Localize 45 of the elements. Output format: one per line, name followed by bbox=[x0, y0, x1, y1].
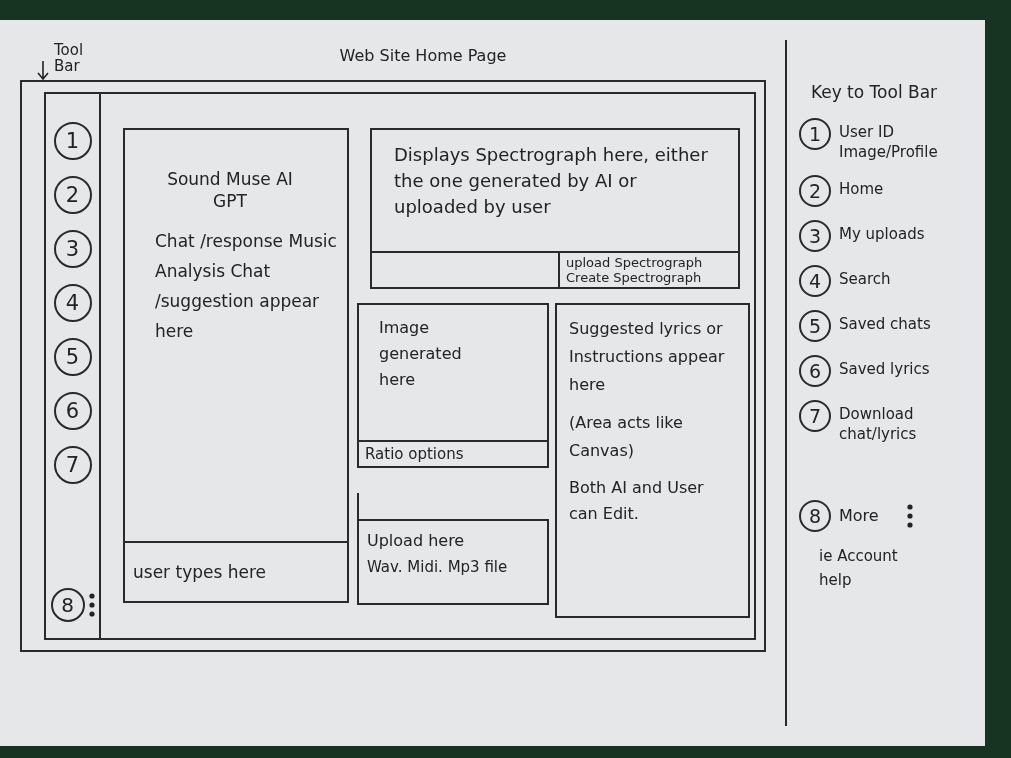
more-icon bbox=[906, 504, 913, 528]
canvas-note: (Area acts like Canvas) bbox=[569, 412, 684, 462]
key-label: My uploads bbox=[839, 224, 926, 244]
ratio-options-button[interactable]: Ratio options bbox=[359, 440, 547, 466]
key-title: Key to Tool Bar bbox=[809, 81, 939, 104]
key-label: Home bbox=[839, 179, 885, 199]
circled-number: 3 bbox=[799, 220, 831, 252]
key-note: ie Account help bbox=[819, 546, 899, 591]
circled-number: 5 bbox=[799, 310, 831, 342]
circled-number: 7 bbox=[799, 400, 831, 432]
key-label: Search bbox=[839, 269, 892, 289]
circled-number: 4 bbox=[799, 265, 831, 297]
more-icon bbox=[88, 593, 95, 617]
edit-note: Both AI and User can Edit. bbox=[569, 477, 705, 525]
lyrics-text: Suggested lyrics or Instructions appear here bbox=[569, 318, 726, 396]
circled-number: 8 bbox=[799, 500, 831, 532]
file-formats-text: Wav. Midi. Mp3 file bbox=[367, 557, 509, 577]
spectrograph-button[interactable]: Create Spectrograph bbox=[566, 270, 702, 285]
key-label: Saved lyrics bbox=[839, 359, 931, 379]
key-label: User ID Image/Profile bbox=[839, 122, 939, 162]
toolbar-button[interactable]: 7 bbox=[53, 446, 92, 484]
annotation-text: Tool Bar bbox=[54, 42, 85, 74]
key-label: Saved chats bbox=[839, 314, 932, 334]
circled-number: 2 bbox=[799, 175, 831, 207]
toolbar-button[interactable]: 1 bbox=[53, 122, 92, 160]
toolbar-button[interactable]: 3 bbox=[53, 230, 92, 268]
spectrograph-text: Displays Spectrograph here, either the one generated by AI or uploaded by user bbox=[394, 143, 709, 219]
toolbar-button[interactable]: 5 bbox=[53, 338, 92, 376]
lyrics-canvas[interactable]: Suggested lyrics or Instructions appear here (Area acts like Canvas) Both AI and User can Edit. bbox=[555, 303, 750, 618]
chat-title: Sound Muse AI GPT bbox=[166, 168, 294, 212]
circled-number: 1 bbox=[799, 118, 831, 150]
image-text: Image generated here bbox=[379, 317, 463, 391]
upload-drop-zone[interactable]: Upload here Wav. Midi. Mp3 file bbox=[359, 519, 549, 605]
page-title: Web Site Home Page bbox=[338, 46, 508, 66]
chat-input[interactable]: user types here bbox=[125, 541, 347, 601]
toolbar-button[interactable]: 6 bbox=[53, 392, 92, 430]
upload-title: Upload here bbox=[367, 531, 466, 551]
more-button[interactable]: 8 bbox=[50, 588, 85, 622]
toolbar-button[interactable]: 4 bbox=[53, 284, 92, 322]
toolbar-button[interactable]: 2 bbox=[53, 176, 92, 214]
chat-description: Chat /response Music Analysis Chat /suggestion appear here bbox=[155, 230, 338, 343]
spectrograph-button[interactable]: upload Spectrograph bbox=[566, 255, 703, 270]
key-label: More bbox=[839, 506, 879, 526]
circled-number: 6 bbox=[799, 355, 831, 387]
key-label: Download chat/lyrics bbox=[839, 404, 918, 444]
